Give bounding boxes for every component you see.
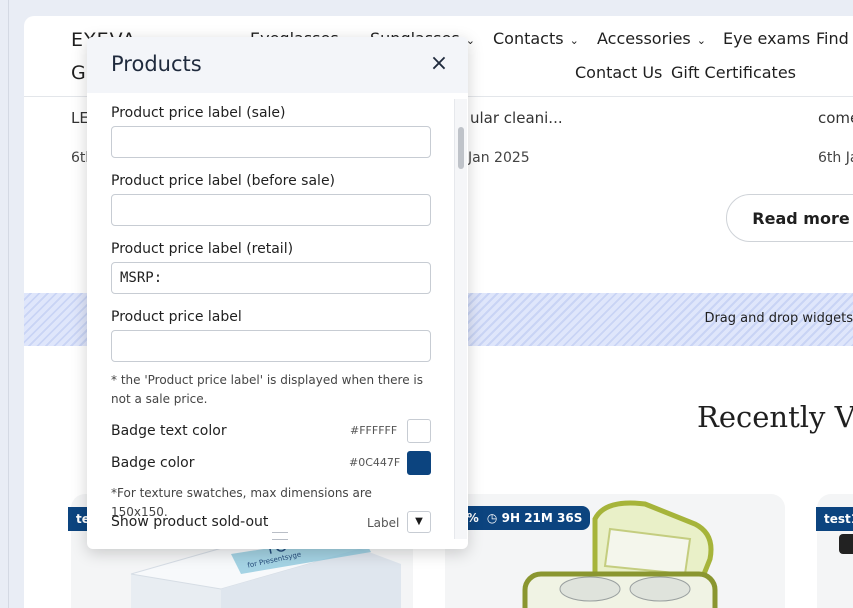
badge-color-hex: #0C447F: [349, 456, 401, 469]
modal-scrollbar-thumb[interactable]: [458, 127, 464, 169]
products-settings-modal: Products × Product price label (sale) Pr…: [87, 37, 468, 549]
clock-icon: ◷: [486, 511, 498, 525]
price-label-help-text: * the 'Product price label' is displayed…: [111, 373, 424, 406]
sold-out-select-value: Label: [367, 516, 400, 530]
modal-header[interactable]: Products ×: [87, 37, 468, 93]
brand-logo-line2[interactable]: G: [71, 62, 87, 84]
badge-color-swatch[interactable]: [407, 451, 431, 475]
product-image: [839, 534, 853, 554]
price-label-retail-input[interactable]: [111, 262, 431, 294]
blog-date-mid: Jan 2025: [468, 150, 530, 166]
badge-text-color-hex: #FFFFFF: [350, 424, 398, 437]
price-label-before-sale-label: Product price label (before sale): [111, 173, 336, 189]
chevron-down-icon: ⌄: [696, 34, 706, 47]
nav-gift-certificates[interactable]: Gift Certificates: [671, 63, 796, 82]
timer-seconds: 36S: [557, 511, 583, 525]
price-label-label: Product price label: [111, 309, 242, 325]
badge-color-label: Badge color: [111, 455, 195, 471]
price-label-sale-input[interactable]: [111, 126, 431, 158]
sold-out-select-toggle[interactable]: ▼: [407, 511, 431, 533]
resize-handle-icon[interactable]: [272, 532, 288, 540]
nav-eye-exams[interactable]: Eye exams: [723, 29, 810, 48]
nav-contacts[interactable]: Contacts ⌄: [493, 29, 579, 48]
show-sold-out-label: Show product sold-out: [111, 514, 269, 530]
dropzone-label: Drag and drop widgets: [704, 311, 853, 326]
modal-body: Product price label (sale) Product price…: [87, 93, 468, 549]
editor-gutter: [0, 0, 9, 608]
read-more-button[interactable]: Read more: [726, 194, 853, 242]
chevron-down-icon: ⌄: [569, 34, 579, 47]
nav-accessories[interactable]: Accessories ⌄: [597, 29, 706, 48]
recently-viewed-heading: Recently Vie: [697, 400, 853, 434]
blog-excerpt-mid: ular cleani...: [470, 109, 563, 127]
nav-find[interactable]: Find: [816, 29, 849, 48]
price-label-input[interactable]: [111, 330, 431, 362]
close-icon[interactable]: ×: [428, 53, 450, 75]
price-label-sale-label: Product price label (sale): [111, 105, 286, 121]
product-badge: test13: [816, 507, 853, 531]
badge-text-color-swatch[interactable]: [407, 419, 431, 443]
price-label-before-sale-input[interactable]: [111, 194, 431, 226]
modal-scrollbar[interactable]: [454, 99, 467, 539]
timer-hours: 9H: [501, 511, 520, 525]
price-label-retail-label: Product price label (retail): [111, 241, 294, 257]
modal-title: Products: [111, 52, 202, 76]
blog-date-right: 6th Ja: [818, 150, 853, 166]
nav-contact-us[interactable]: Contact Us: [575, 63, 662, 82]
blog-excerpt-right: come: [818, 109, 853, 127]
timer-minutes: 21M: [524, 511, 553, 525]
badge-text-color-label: Badge text color: [111, 423, 227, 439]
